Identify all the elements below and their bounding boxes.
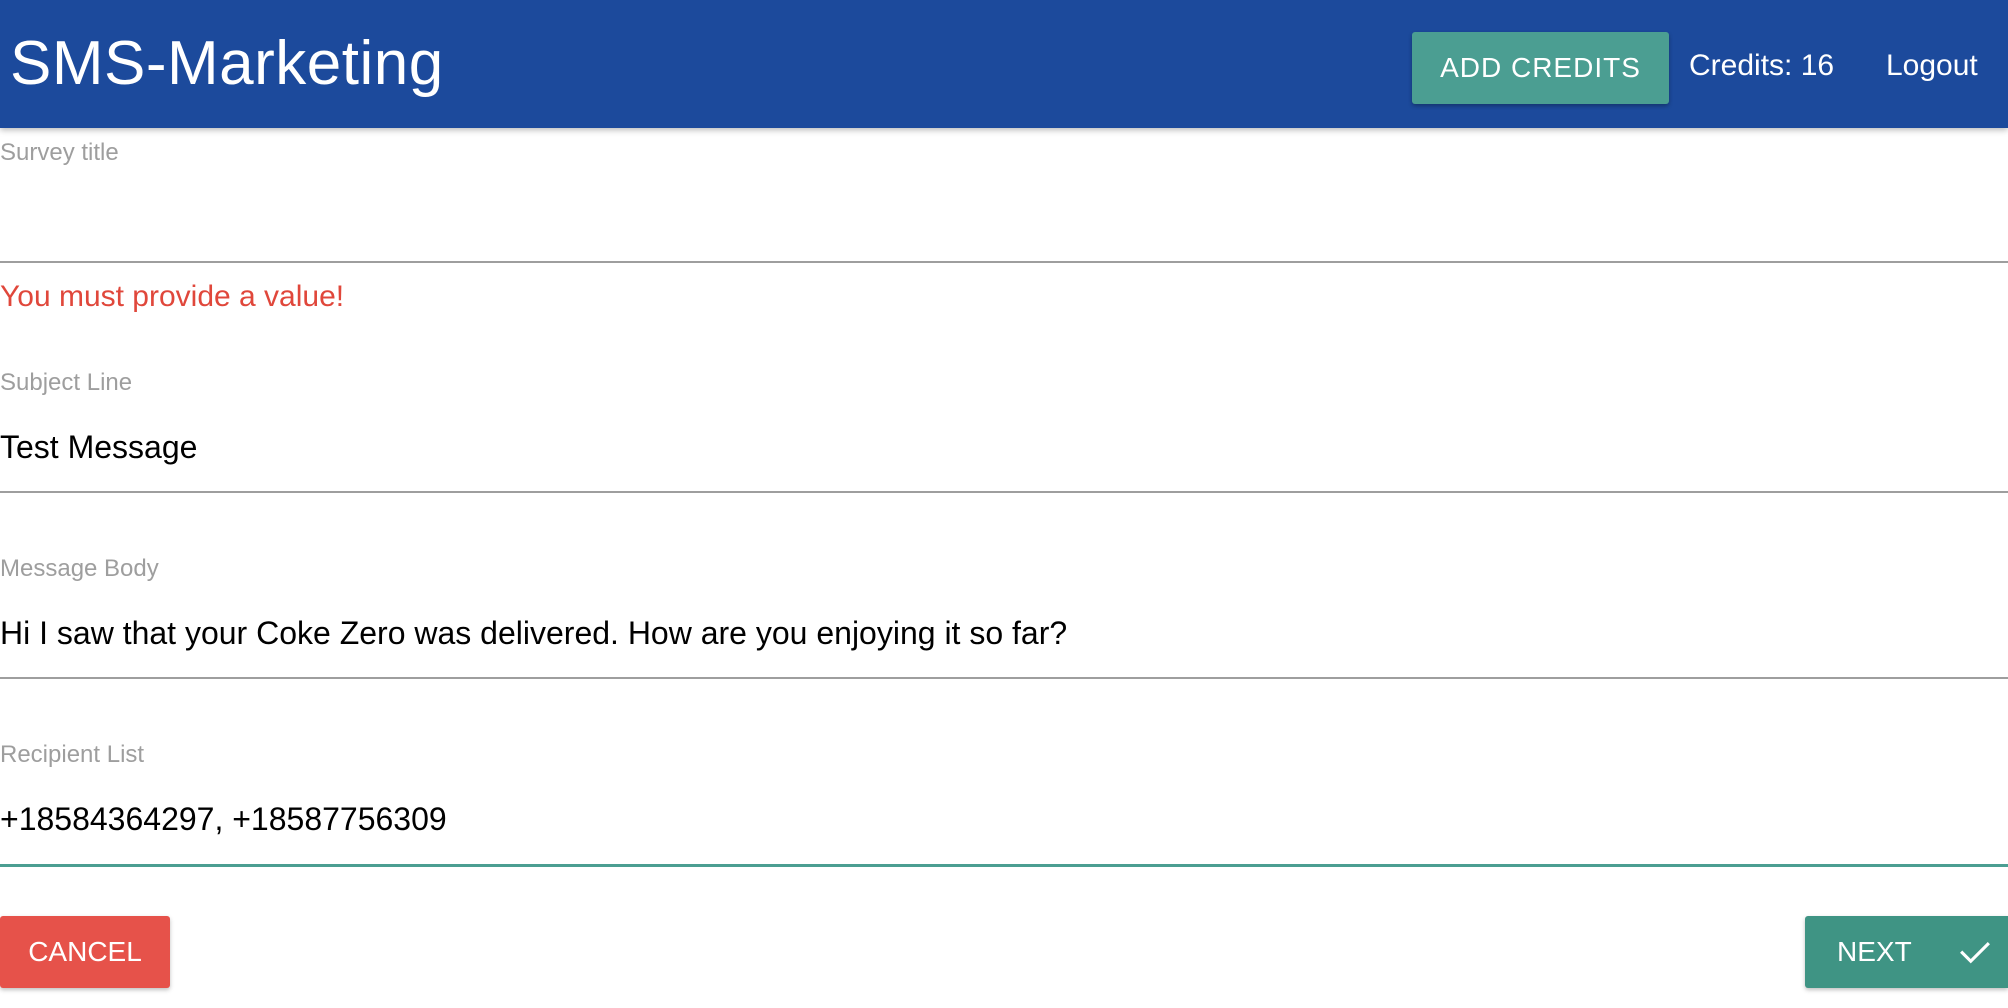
subject-line-underline (0, 491, 2008, 493)
page: SMS-Marketing ADD CREDITS Credits: 16 Lo… (0, 0, 2008, 1008)
brand-logo-link[interactable]: SMS-Marketing (10, 26, 444, 102)
survey-title-error: You must provide a value! (0, 280, 345, 313)
next-button-label: NEXT (1837, 936, 1912, 967)
recipient-list-label: Recipient List (0, 741, 145, 768)
subject-line-input[interactable] (0, 421, 2008, 473)
top-navbar: SMS-Marketing ADD CREDITS Credits: 16 Lo… (0, 0, 2008, 128)
credits-count: Credits: 16 (1689, 49, 1835, 82)
cancel-button[interactable]: CANCEL (0, 916, 170, 988)
survey-title-underline (0, 261, 2008, 263)
message-body-underline (0, 677, 2008, 679)
recipient-list-underline (0, 864, 2008, 867)
subject-line-label: Subject Line (0, 369, 133, 396)
check-icon (1958, 935, 1992, 969)
next-button[interactable]: NEXT (1805, 916, 2008, 988)
add-credits-button[interactable]: ADD CREDITS (1412, 32, 1669, 104)
message-body-label: Message Body (0, 555, 159, 582)
recipient-list-input[interactable] (0, 793, 2008, 845)
survey-title-label: Survey title (0, 139, 119, 166)
logout-link[interactable]: Logout (1886, 44, 1978, 88)
survey-title-input[interactable] (0, 198, 2008, 250)
message-body-input[interactable] (0, 607, 2008, 659)
